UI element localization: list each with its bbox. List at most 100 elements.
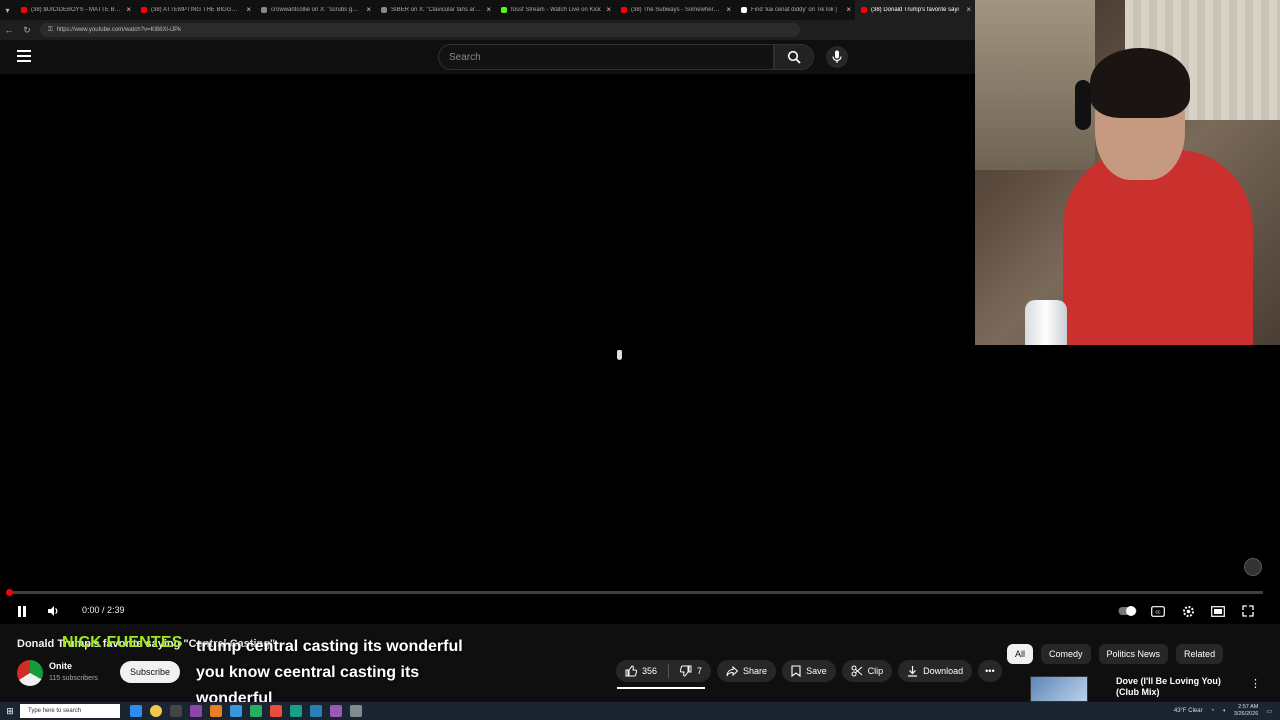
app-icon[interactable] xyxy=(310,705,322,717)
volume-icon xyxy=(48,606,58,616)
tab-close-icon[interactable]: × xyxy=(606,5,611,15)
app-icon[interactable] xyxy=(250,705,262,717)
like-count: 356 xyxy=(642,666,658,676)
subtitles-button[interactable]: cc xyxy=(1150,603,1166,619)
tab-close-icon[interactable]: × xyxy=(966,5,971,15)
taskbar-search-field[interactable]: Type here to search xyxy=(20,704,120,718)
dislike-count: 7 xyxy=(697,666,703,676)
fullscreen-button[interactable] xyxy=(1240,603,1256,619)
browser-tab[interactable]: (38) $UICIDEBOYS - MATTE BLAC × xyxy=(15,0,135,20)
scrubber-handle[interactable] xyxy=(6,589,13,596)
app-icon[interactable] xyxy=(330,705,342,717)
tab-favicon-icon xyxy=(501,7,507,13)
like-dislike-group: 356 7 xyxy=(616,660,712,682)
download-icon xyxy=(908,666,918,677)
thumbs-down-icon xyxy=(680,665,692,677)
task-view-icon[interactable] xyxy=(170,705,182,717)
taskbar-clock[interactable]: 2:57 AM 3/26/2026 xyxy=(1234,704,1258,718)
pause-button[interactable] xyxy=(15,603,29,619)
volume-button[interactable] xyxy=(46,603,60,619)
channel-avatar[interactable] xyxy=(17,660,43,686)
taskbar-time: 2:57 AM xyxy=(1238,704,1259,710)
voice-search-button[interactable] xyxy=(826,46,848,68)
watch-metadata: Donald Trump's favorite saying "Central … xyxy=(0,624,1280,707)
gear-icon xyxy=(1182,605,1194,617)
back-icon[interactable]: ← xyxy=(0,25,18,35)
like-button[interactable]: 356 xyxy=(625,665,657,677)
windows-taskbar: ⊞ Type here to search 43°F Clear ◔ ◖ 2:5… xyxy=(0,702,1280,720)
tab-close-icon[interactable]: × xyxy=(126,5,131,15)
app-icon[interactable] xyxy=(290,705,302,717)
tab-favicon-icon xyxy=(621,7,627,13)
wifi-icon[interactable]: ◔ xyxy=(1211,708,1215,714)
filter-chip[interactable]: All xyxy=(1007,644,1034,664)
url-field[interactable]: ⚿ https://www.youtube.com/watch?v=Kl88Xl… xyxy=(40,23,800,37)
dislike-button[interactable]: 7 xyxy=(680,665,702,677)
taskbar-date: 3/26/2026 xyxy=(1233,711,1259,717)
share-label: Share xyxy=(743,666,768,676)
url-text: https://www.youtube.com/watch?v=Kl88Xl-i… xyxy=(56,27,182,33)
tab-close-icon[interactable]: × xyxy=(486,5,491,15)
filter-chip[interactable]: Comedy xyxy=(1041,644,1091,664)
player-scroll-button[interactable] xyxy=(1244,558,1262,576)
recommended-video-title[interactable]: Dove (I'll Be Loving You) (Club Mix) xyxy=(1116,676,1246,698)
search-input[interactable] xyxy=(439,45,773,69)
subscribe-button[interactable]: Subscribe xyxy=(120,661,181,683)
filter-chip[interactable]: Politics News xyxy=(1098,644,1169,664)
browser-tab[interactable]: fossf Stream - Watch Live on Kick × xyxy=(495,0,615,20)
browser-tab[interactable]: Find 'kai cenat diddy' on TikTok | × xyxy=(735,0,855,20)
tab-favicon-icon xyxy=(21,7,27,13)
app-icon[interactable] xyxy=(270,705,282,717)
water-bottle xyxy=(1025,300,1067,345)
progress-bar[interactable] xyxy=(6,589,1263,596)
app-icon[interactable] xyxy=(230,705,242,717)
browser-tab[interactable]: (38) Donald Trump's favorite sayi × xyxy=(855,0,975,20)
like-ratio-bar xyxy=(617,687,705,689)
filter-chip[interactable]: Related xyxy=(1176,644,1224,664)
app-icon[interactable] xyxy=(210,705,222,717)
tab-favicon-icon xyxy=(381,7,387,13)
tab-close-icon[interactable]: × xyxy=(726,5,731,15)
youtube-header xyxy=(0,40,975,74)
subscriber-count: 115 subscribers xyxy=(49,675,98,682)
theater-mode-button[interactable] xyxy=(1210,603,1226,619)
volume-tray-icon[interactable]: ◖ xyxy=(1222,708,1226,714)
edge-icon[interactable] xyxy=(130,705,142,717)
app-icon[interactable] xyxy=(190,705,202,717)
thumbs-up-icon xyxy=(625,665,637,677)
notifications-icon[interactable]: ▭ xyxy=(1266,708,1272,715)
steam-icon[interactable] xyxy=(350,705,362,717)
headphones xyxy=(1075,80,1091,130)
tab-close-icon[interactable]: × xyxy=(846,5,851,15)
settings-button[interactable] xyxy=(1180,603,1196,619)
share-button[interactable]: Share xyxy=(717,660,777,682)
weather-text[interactable]: 43°F Clear xyxy=(1174,708,1203,714)
browser-tab[interactable]: crowwantcollie on X: "scrubs gets u × xyxy=(255,0,375,20)
tab-search-icon[interactable]: ▾ xyxy=(0,0,15,20)
more-actions-button[interactable]: ••• xyxy=(978,660,1002,682)
save-label: Save xyxy=(806,666,827,676)
recommended-video-thumbnail[interactable] xyxy=(1030,676,1088,702)
tab-close-icon[interactable]: × xyxy=(246,5,251,15)
tab-title: (38) The Subways - Somewhere (C xyxy=(631,7,721,13)
recommended-video-menu-icon[interactable]: ⋮ xyxy=(1250,677,1261,690)
download-button[interactable]: Download xyxy=(898,660,973,682)
browser-tab[interactable]: (38) ATTEMPTING THE BIGGEST E × xyxy=(135,0,255,20)
autoplay-icon xyxy=(1118,606,1137,616)
tab-close-icon[interactable]: × xyxy=(366,5,371,15)
menu-icon[interactable] xyxy=(17,50,31,62)
save-button[interactable]: Save xyxy=(782,660,836,682)
clip-button[interactable]: Clip xyxy=(841,660,893,682)
browser-tab[interactable]: SIBER on X: "Clavicular fans are S × xyxy=(375,0,495,20)
chrome-icon[interactable] xyxy=(150,705,162,717)
autoplay-toggle[interactable] xyxy=(1117,603,1139,619)
tab-title: Find 'kai cenat diddy' on TikTok | xyxy=(751,7,837,13)
browser-tab[interactable]: (38) The Subways - Somewhere (C × xyxy=(615,0,735,20)
tab-title: crowwantcollie on X: "scrubs gets u xyxy=(271,7,361,13)
search-button[interactable] xyxy=(774,44,814,70)
channel-name[interactable]: Onite xyxy=(49,661,72,671)
windows-start-icon[interactable]: ⊞ xyxy=(0,706,20,717)
site-info-icon[interactable]: ⚿ xyxy=(48,27,53,34)
reload-icon[interactable]: ↻ xyxy=(18,25,36,36)
share-icon xyxy=(726,665,739,676)
